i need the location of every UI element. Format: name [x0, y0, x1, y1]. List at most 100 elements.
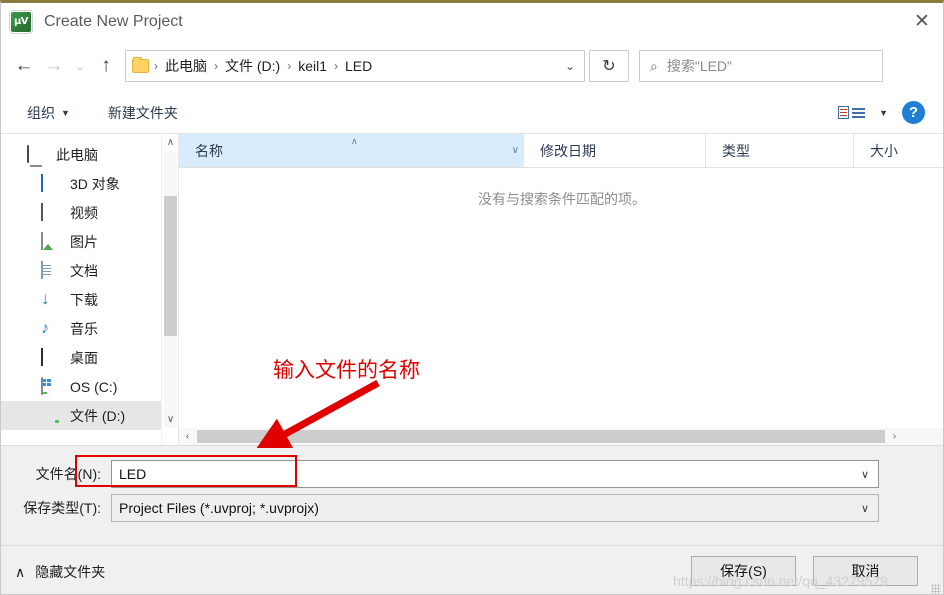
column-header-size[interactable]: 大小 [854, 134, 943, 167]
chevron-down-icon[interactable]: ∨ [512, 145, 519, 156]
sidebar-item-downloads[interactable]: ↓ 下载 [1, 285, 178, 314]
save-as-type-combobox[interactable]: Project Files (*.uvproj; *.uvprojx) ∨ [111, 494, 879, 522]
column-header-label: 名称 [195, 142, 223, 159]
view-mode-lines [852, 107, 866, 118]
os-drive-icon [41, 376, 61, 396]
column-header-name[interactable]: ∧ 名称 ∨ [179, 134, 524, 167]
scroll-left-icon[interactable]: ‹ [179, 428, 196, 445]
save-as-type-label: 保存类型(T): [23, 500, 101, 516]
new-folder-label: 新建文件夹 [107, 104, 178, 121]
close-icon[interactable]: ✕ [899, 3, 943, 40]
sidebar-item-label: 此电脑 [56, 146, 98, 163]
scroll-up-icon[interactable]: ∧ [162, 134, 178, 151]
folder-icon [132, 57, 149, 73]
music-icon: ♪ [41, 319, 49, 337]
scroll-down-icon[interactable]: ∨ [162, 411, 178, 428]
sidebar-item-pictures[interactable]: 图片 [1, 227, 178, 256]
chevron-down-icon[interactable]: ▼ [879, 108, 888, 118]
search-icon: ⌕ [650, 57, 658, 74]
sidebar-item-label: 音乐 [70, 320, 98, 337]
view-mode-icon[interactable] [838, 106, 866, 119]
sidebar-item-videos[interactable]: 视频 [1, 198, 178, 227]
sidebar-item-drive-d[interactable]: 文件 (D:) [1, 401, 178, 430]
title-bar: µV Create New Project ✕ [1, 3, 943, 40]
chevron-down-icon[interactable]: ∨ [852, 502, 878, 515]
refresh-icon[interactable]: ↻ [589, 50, 629, 82]
breadcrumb-separator: › [154, 59, 158, 73]
sidebar-item-3d-objects[interactable]: 3D 对象 [1, 169, 178, 198]
create-new-project-dialog: µV Create New Project ✕ ← → ⌄ ↑ › 此电脑 › … [0, 0, 944, 595]
empty-list-message: 没有与搜索条件匹配的项。 [478, 191, 646, 207]
chevron-down-icon[interactable]: ∨ [852, 468, 878, 481]
downloads-icon: ↓ [41, 288, 50, 308]
sidebar-item-desktop[interactable]: 桌面 [1, 343, 178, 372]
navigation-bar: ← → ⌄ ↑ › 此电脑 › 文件 (D:) › keil1 › LED ⌄ … [1, 40, 943, 92]
breadcrumb-separator: › [287, 59, 292, 73]
organize-label: 组织 [27, 104, 55, 121]
app-icon-glyph: µV [13, 15, 29, 27]
annotation-arrow-icon [256, 379, 380, 448]
back-icon[interactable]: ← [9, 51, 39, 81]
new-folder-button[interactable]: 新建文件夹 [104, 103, 182, 123]
pictures-icon [41, 231, 61, 251]
breadcrumb-item-keil1[interactable]: keil1 [296, 58, 329, 74]
desktop-icon [41, 347, 61, 367]
save-as-type-row: 保存类型(T): Project Files (*.uvproj; *.uvpr… [1, 494, 943, 522]
column-header-label: 修改日期 [540, 142, 596, 159]
sidebar-item-documents[interactable]: 文档 [1, 256, 178, 285]
hide-folders-button[interactable]: ∧ 隐藏文件夹 [15, 562, 105, 582]
column-header-date-modified[interactable]: 修改日期 [524, 134, 706, 167]
organize-button[interactable]: 组织 ▼ [23, 103, 74, 123]
this-pc-icon [27, 144, 47, 164]
sidebar-item-music[interactable]: ♪ 音乐 [1, 314, 178, 343]
chevron-up-icon: ∧ [15, 563, 26, 580]
breadcrumb-item-led[interactable]: LED [343, 58, 374, 74]
scrollbar-thumb[interactable] [164, 196, 177, 336]
drive-icon [41, 407, 61, 425]
column-header-label: 类型 [722, 142, 750, 159]
column-header-row: ∧ 名称 ∨ 修改日期 类型 大小 [179, 134, 943, 168]
window-title: Create New Project [44, 12, 183, 30]
watermark-text: https://blog.csdn.net/qq_43279579 [673, 573, 888, 589]
file-name-combobox[interactable]: LED ∨ [111, 460, 879, 488]
resize-grip[interactable] [931, 584, 941, 594]
breadcrumb-separator: › [334, 59, 339, 73]
sidebar-item-label: 下载 [70, 291, 98, 308]
file-name-row: 文件名(N): LED ∨ [1, 460, 943, 488]
sidebar-item-label: 桌面 [70, 349, 98, 366]
keil-uvision-icon: µV [10, 10, 32, 33]
navigation-pane: 此电脑 3D 对象 视频 图片 文档 ↓ 下载 ♪ 音乐 桌面 OS (C:) … [1, 134, 179, 445]
sidebar-scrollbar[interactable]: ∧ ∨ [161, 134, 178, 445]
recent-locations-icon[interactable]: ⌄ [69, 51, 91, 81]
videos-icon [41, 202, 61, 222]
chevron-down-icon: ▼ [61, 107, 70, 118]
view-mode-box [838, 106, 850, 119]
file-name-value[interactable]: LED [112, 466, 852, 482]
save-as-type-value: Project Files (*.uvproj; *.uvprojx) [119, 500, 319, 516]
search-placeholder: 搜索"LED" [666, 58, 733, 74]
up-icon[interactable]: ↑ [91, 51, 121, 81]
documents-icon [41, 260, 61, 280]
column-header-label: 大小 [870, 142, 898, 159]
search-input[interactable]: ⌕ 搜索"LED" [639, 50, 883, 82]
sidebar-item-label: OS (C:) [70, 378, 118, 395]
sidebar-item-label: 视频 [70, 204, 98, 221]
sidebar-item-os-c[interactable]: OS (C:) [1, 372, 178, 401]
column-header-type[interactable]: 类型 [706, 134, 854, 167]
forward-icon[interactable]: → [39, 51, 69, 81]
sidebar-item-label: 3D 对象 [70, 175, 120, 192]
toolbar-right-group: ▼ ? [838, 101, 943, 124]
sidebar-item-label: 图片 [70, 233, 98, 250]
chevron-down-icon[interactable]: ⌄ [558, 59, 582, 73]
file-name-form: 文件名(N): LED ∨ 保存类型(T): Project Files (*.… [1, 445, 943, 545]
sidebar-item-this-pc[interactable]: 此电脑 [1, 140, 178, 169]
breadcrumb-item-this-pc[interactable]: 此电脑 [163, 56, 209, 76]
breadcrumb-item-drive-d[interactable]: 文件 (D:) [223, 56, 282, 76]
help-icon[interactable]: ? [902, 101, 925, 124]
file-name-label: 文件名(N): [35, 466, 101, 482]
scroll-right-icon[interactable]: › [886, 428, 903, 445]
address-bar[interactable]: › 此电脑 › 文件 (D:) › keil1 › LED ⌄ [125, 50, 585, 82]
sidebar-item-label: 文件 (D:) [70, 407, 126, 424]
dialog-body: 此电脑 3D 对象 视频 图片 文档 ↓ 下载 ♪ 音乐 桌面 OS (C:) … [1, 134, 943, 445]
3d-objects-icon [41, 173, 61, 193]
